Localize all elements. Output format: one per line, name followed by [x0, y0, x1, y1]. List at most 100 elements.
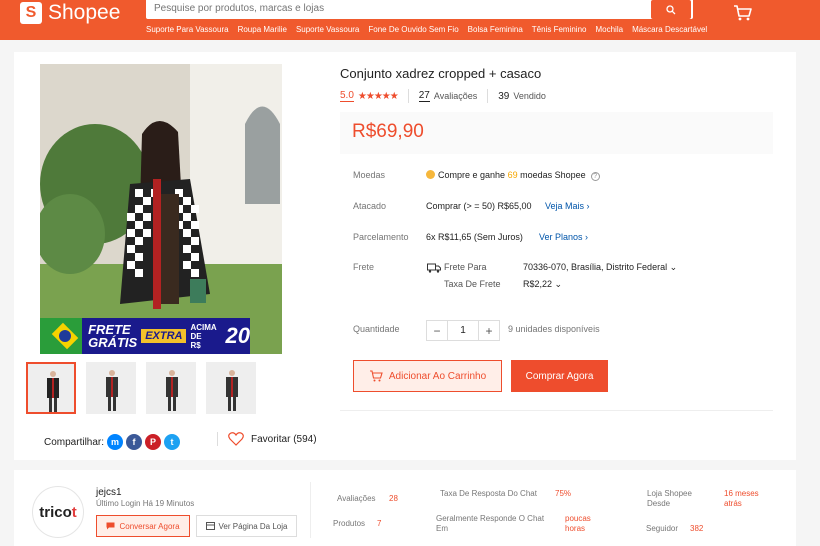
response-rate-value: 75%	[555, 489, 572, 498]
sold-count: 39	[498, 90, 510, 102]
shipping-to-label: Frete Para	[444, 262, 487, 272]
heart-icon	[228, 432, 244, 446]
shopee-logo[interactable]: S Shopee	[20, 0, 120, 26]
installment-value: 6x R$11,65 (Sem Juros)	[426, 232, 523, 242]
shop-since-value: 16 meses atrás	[724, 489, 759, 508]
logo-text: Shopee	[48, 1, 121, 24]
rating-value[interactable]: 5.0	[340, 90, 354, 102]
thumbnail-figure	[166, 370, 178, 411]
shop-products-label: Produtos	[333, 519, 366, 528]
shop-since-label: Loja Shopee Desde	[647, 489, 692, 508]
help-icon[interactable]: ?	[590, 172, 600, 181]
twitter-icon[interactable]: t	[164, 434, 181, 450]
product-panel: FRETE GRÁTIS EXTRA ACIMA DE R$ 20 Compar…	[14, 52, 796, 460]
avatar-text: trico	[39, 503, 72, 521]
banner-acima-text: ACIMA DE	[190, 322, 217, 341]
product-price: R$69,90	[352, 121, 424, 142]
coins-amount: 69	[507, 170, 518, 180]
chat-icon	[106, 522, 115, 530]
product-photo	[40, 64, 282, 354]
shop-avatar[interactable]: trico t	[32, 486, 84, 538]
chat-button-label: Conversar Agora	[119, 521, 180, 531]
wholesale-see-more-link[interactable]: Veja Mais ›	[545, 201, 590, 211]
shop-panel: trico t jejcs1 Último Login Há 19 Minutos…	[14, 470, 796, 546]
divider	[407, 89, 409, 103]
product-main-image[interactable]: FRETE GRÁTIS EXTRA ACIMA DE R$ 20	[40, 64, 282, 354]
thumbnail[interactable]	[206, 362, 256, 414]
hot-link[interactable]: Bolsa Feminina	[468, 25, 523, 34]
chat-button[interactable]: Conversar Agora	[96, 515, 190, 537]
followers-value: 382	[690, 524, 704, 533]
cart-icon[interactable]	[733, 4, 753, 22]
wholesale-see-more-text: Veja Mais	[545, 201, 585, 211]
hot-link[interactable]: Mochila	[595, 25, 623, 34]
sold-label: Vendido	[513, 91, 546, 101]
share-row: Compartilhar: m f P t	[44, 434, 181, 450]
messenger-icon[interactable]: m	[107, 434, 124, 450]
divider	[340, 410, 773, 411]
buy-now-button[interactable]: Comprar Agora	[511, 360, 608, 392]
view-shop-button[interactable]: Ver Página Da Loja	[196, 515, 297, 537]
search-button[interactable]	[651, 0, 691, 19]
wholesale-label: Atacado	[353, 201, 387, 211]
hot-link[interactable]: Tênis Feminino	[532, 25, 587, 34]
shipping-fee[interactable]: R$2,22 ⌄	[523, 279, 562, 290]
installment-plans-text: Ver Planos	[539, 232, 583, 242]
increase-button[interactable]: +	[478, 320, 500, 341]
price-box: R$69,90	[340, 112, 773, 154]
favorite-label: Favoritar (594)	[251, 433, 317, 445]
quantity-label: Quantidade	[353, 324, 400, 334]
thumbnail-strip	[26, 362, 256, 414]
hot-search-links: Suporte Para Vassoura Roupa Marilie Supo…	[146, 25, 707, 34]
share-label: Compartilhar:	[44, 436, 105, 448]
coin-icon	[426, 170, 435, 179]
chevron-down-icon: ⌄	[554, 279, 563, 289]
installment-plans-link[interactable]: Ver Planos ›	[539, 232, 588, 242]
add-to-cart-button[interactable]: Adicionar Ao Carrinho	[353, 360, 502, 392]
buy-now-label: Comprar Agora	[525, 370, 594, 382]
decrease-button[interactable]: −	[426, 320, 448, 341]
installment-label: Parcelamento	[353, 232, 409, 242]
search-input[interactable]	[154, 3, 634, 14]
shopee-bag-icon: S	[20, 2, 42, 24]
pinterest-icon[interactable]: P	[145, 434, 162, 450]
banner-line2: GRÁTIS	[88, 335, 138, 350]
shipping-destination-text: 70336-070, Brasília, Distrito Federal	[523, 262, 668, 272]
response-time-label: Geralmente Responde O Chat Em	[436, 514, 545, 533]
divider	[487, 89, 489, 103]
shipping-destination[interactable]: 70336-070, Brasília, Distrito Federal ⌄	[523, 262, 677, 273]
banner-currency: R$	[190, 340, 201, 350]
free-shipping-banner: FRETE GRÁTIS EXTRA ACIMA DE R$ 20	[40, 318, 250, 354]
reviews-label: Avaliações	[433, 91, 478, 101]
rating-stars-icon: ★★★★★	[357, 90, 399, 102]
response-rate-label: Taxa De Resposta Do Chat	[440, 489, 537, 498]
truck-icon	[427, 263, 441, 273]
banner-extra: EXTRA	[141, 329, 187, 343]
thumbnail[interactable]	[86, 362, 136, 414]
thumbnail[interactable]	[26, 362, 76, 414]
quantity-input[interactable]: 1	[448, 320, 478, 341]
thumbnail[interactable]	[146, 362, 196, 414]
hot-link[interactable]: Fone De Ouvido Sem Fio	[368, 25, 458, 34]
hot-link[interactable]: Roupa Marilie	[238, 25, 287, 34]
hot-link[interactable]: Suporte Vassoura	[296, 25, 359, 34]
hot-link[interactable]: Máscara Descartável	[632, 25, 707, 34]
view-shop-label: Ver Página Da Loja	[218, 521, 288, 531]
reviews-count[interactable]: 27	[418, 90, 430, 102]
divider	[310, 482, 311, 538]
shop-reviews-label: Avaliações	[337, 494, 376, 503]
banner-amount: 20	[225, 323, 250, 348]
hot-link[interactable]: Suporte Para Vassoura	[146, 25, 229, 34]
shipping-fee-value: R$2,22	[523, 279, 553, 289]
banner-acima: ACIMA DE R$	[190, 323, 223, 350]
shop-products-value: 7	[377, 519, 382, 528]
search-icon	[666, 4, 676, 14]
available-stock: 9 unidades disponíveis	[508, 324, 600, 334]
thumbnail-figure	[47, 371, 59, 412]
favorite-button[interactable]: Favoritar (594)	[217, 432, 317, 446]
shop-name: jejcs1	[96, 487, 122, 498]
chevron-down-icon: ⌄	[669, 262, 678, 272]
header: S Shopee Suporte Para Vassoura Roupa Mar…	[0, 0, 820, 40]
facebook-icon[interactable]: f	[126, 434, 143, 450]
brazil-flag-icon	[40, 318, 83, 354]
